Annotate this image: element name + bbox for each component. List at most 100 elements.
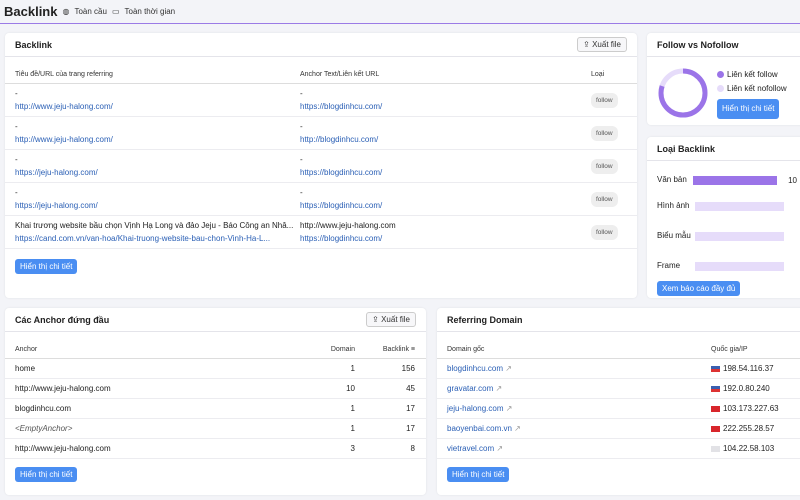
anchor-text: http://www.jeju-halong.com: [15, 384, 111, 393]
flag-icon: [711, 405, 720, 412]
type-row: Hình ảnh: [657, 191, 797, 221]
target-url-link[interactable]: http://blogdinhcu.com/: [300, 135, 378, 144]
domain-row: blogdinhcu.com ↗ 198.54.116.37: [437, 359, 800, 379]
type-row: Văn bản 10: [657, 169, 797, 191]
show-details-button[interactable]: Hiển thị chi tiết: [717, 99, 780, 119]
globe-icon: ◍: [62, 7, 70, 16]
referring-title: Khai trương website bầu chọn Vịnh Hạ Lon…: [15, 221, 294, 230]
show-details-button[interactable]: Hiển thị chi tiết: [447, 467, 510, 482]
backlink-types-card: Loại Backlink Văn bản 10 Hình ảnh Biểu mẫu F…: [647, 137, 800, 298]
legend-follow: Liên kết follow: [717, 68, 787, 82]
anchor-text: blogdinhcu.com: [15, 404, 72, 413]
external-link-icon[interactable]: ↗: [495, 384, 502, 393]
anchor-row: http://www.jeju-halong.com 10 45: [5, 379, 426, 399]
type-value: 10: [788, 175, 797, 185]
card-title: Referring Domain: [447, 314, 523, 325]
col-header: Quốc gia/IP: [711, 345, 748, 353]
export-button[interactable]: ⇪ Xuất file: [366, 312, 416, 327]
col-header-sortable[interactable]: Backlink ≡: [355, 346, 415, 353]
anchor-text: -: [300, 188, 303, 197]
type-row: Frame: [657, 251, 797, 281]
external-link-icon[interactable]: ↗: [506, 404, 513, 413]
page-header: Backlink ◍ Toàn cầu ▭ Toàn thời gian: [0, 0, 800, 24]
follow-donut: [658, 68, 708, 118]
period-filter[interactable]: Toàn thời gian: [125, 7, 176, 16]
card-title: Follow vs Nofollow: [657, 39, 739, 50]
referring-url-link[interactable]: https://jeju-halong.com/: [15, 201, 98, 210]
ip-address: 103.173.227.63: [723, 404, 779, 413]
col-header: Domain: [330, 345, 355, 353]
ip-address: 198.54.116.37: [723, 364, 774, 373]
col-header: Anchor: [15, 345, 38, 353]
ip-address: 104.22.58.103: [723, 444, 775, 453]
domain-count: 3: [350, 444, 355, 453]
external-link-icon[interactable]: ↗: [505, 364, 512, 373]
domain-row: gravatar.com ↗ 192.0.80.240: [437, 379, 800, 399]
type-bar: [692, 175, 778, 185]
backlink-row: - https://jeju-halong.com/ - https://blogd…: [5, 150, 637, 183]
backlink-count: 45: [406, 384, 415, 393]
show-details-button[interactable]: Hiển thị chi tiết: [15, 467, 78, 482]
domain-row: baoyenbai.com.vn ↗ 222.255.28.57: [437, 419, 800, 439]
backlink-row: Khai trương website bầu chọn Vịnh Hạ Lon…: [5, 216, 637, 249]
follow-card: Follow vs Nofollow Liên kết follow Liên …: [647, 33, 800, 125]
anchor-text: http://www.jeju-halong.com: [300, 221, 396, 230]
referring-title: -: [15, 122, 18, 131]
anchor-text: http://www.jeju-halong.com: [15, 444, 111, 453]
col-header: Loại: [591, 70, 605, 78]
referring-title: -: [15, 188, 18, 197]
type-label: Frame: [657, 261, 681, 270]
backlink-card: Backlink ⇪ Xuất file Tiêu đề/URL của tran…: [5, 33, 637, 298]
link-type-badge: follow: [591, 158, 618, 174]
domain-count: 1: [350, 424, 355, 433]
referring-domain-card: Referring Domain Domain gốc Quốc gia/IP …: [437, 308, 800, 495]
domain-link[interactable]: vietravel.com: [447, 444, 494, 453]
anchor-text: <EmptyAnchor>: [15, 424, 73, 433]
col-header: Domain gốc: [447, 345, 485, 353]
target-url-link[interactable]: https://blogdinhcu.com/: [300, 234, 382, 243]
export-button[interactable]: ⇪ Xuất file: [577, 37, 627, 52]
referring-url-link[interactable]: http://www.jeju-halong.com/: [15, 135, 113, 144]
ip-address: 192.0.80.240: [723, 384, 770, 393]
region-filter[interactable]: Toàn cầu: [74, 7, 106, 16]
full-report-button[interactable]: Xem báo cáo đầy đủ: [657, 281, 741, 296]
domain-count: 10: [346, 384, 355, 393]
external-link-icon[interactable]: ↗: [514, 424, 521, 433]
domain-link[interactable]: jeju-halong.com: [447, 404, 503, 413]
page-title: Backlink: [4, 4, 58, 19]
domain-link[interactable]: blogdinhcu.com: [447, 364, 503, 373]
anchor-row: blogdinhcu.com 1 17: [5, 399, 426, 419]
domain-link[interactable]: baoyenbai.com.vn: [447, 424, 512, 433]
type-bar: [695, 231, 784, 241]
calendar-icon: ▭: [111, 7, 120, 16]
referring-url-link[interactable]: http://www.jeju-halong.com/: [15, 102, 113, 111]
show-details-button[interactable]: Hiển thị chi tiết: [15, 259, 78, 274]
legend-nofollow: Liên kết nofollow: [717, 82, 787, 96]
card-title: Backlink: [15, 39, 53, 50]
type-row: Biểu mẫu: [657, 221, 797, 251]
target-url-link[interactable]: https://blogdinhcu.com/: [300, 168, 382, 177]
referring-url-link[interactable]: https://cand.com.vn/van-hoa/Khai-truong-…: [15, 234, 270, 243]
link-type-badge: follow: [591, 92, 618, 108]
anchor-row: http://www.jeju-halong.com 3 8: [5, 439, 426, 459]
target-url-link[interactable]: https://blogdinhcu.com/: [300, 201, 382, 210]
col-header: Anchor Text/Liên kết URL: [300, 70, 380, 78]
anchor-text: -: [300, 122, 303, 131]
type-label: Biểu mẫu: [657, 231, 691, 240]
domain-row: vietravel.com ↗ 104.22.58.103: [437, 439, 800, 459]
target-url-link[interactable]: https://blogdinhcu.com/: [300, 102, 382, 111]
external-link-icon[interactable]: ↗: [496, 444, 503, 453]
flag-icon: [711, 365, 720, 372]
backlink-count: 17: [406, 424, 415, 433]
backlink-row: - http://www.jeju-halong.com/ - http://blo…: [5, 117, 637, 150]
domain-link[interactable]: gravatar.com: [447, 384, 493, 393]
backlink-count: 17: [406, 404, 415, 413]
ip-address: 222.255.28.57: [723, 424, 775, 433]
referring-url-link[interactable]: https://jeju-halong.com/: [15, 168, 98, 177]
type-bar: [695, 261, 784, 271]
backlink-count: 8: [410, 444, 415, 453]
anchor-text: home: [15, 364, 36, 373]
link-type-badge: follow: [591, 125, 618, 141]
backlink-count: 156: [401, 364, 415, 373]
backlink-row: - https://jeju-halong.com/ - https://blogd…: [5, 183, 637, 216]
